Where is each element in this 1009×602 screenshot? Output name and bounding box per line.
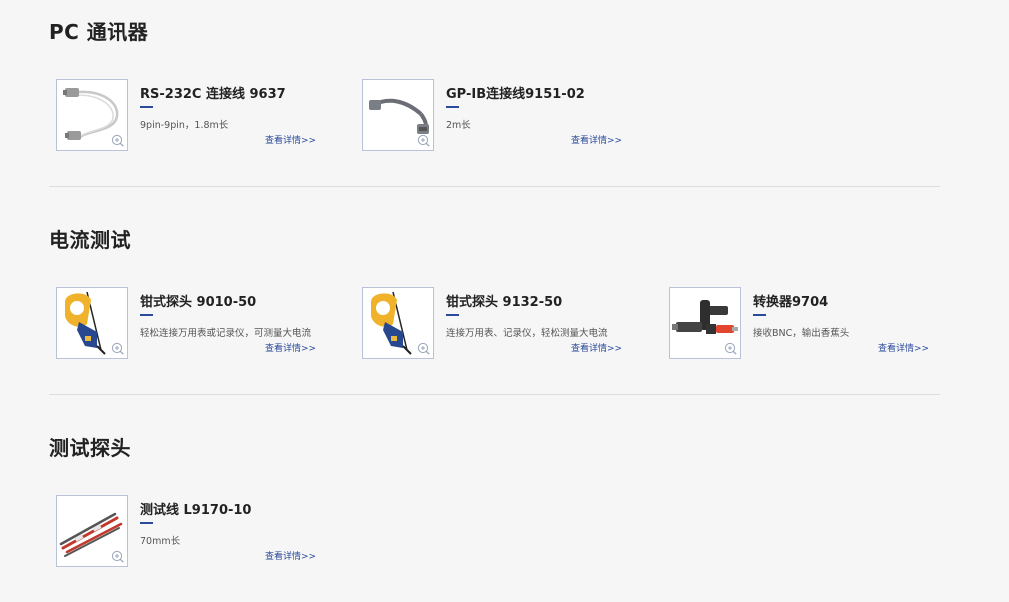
clamp-probe-image[interactable] <box>362 287 434 359</box>
product-description: 连接万用表、记录仪，轻松测量大电流 <box>446 328 608 339</box>
product-description: 2m长 <box>446 120 471 131</box>
zoom-icon[interactable] <box>111 550 124 563</box>
product-name[interactable]: 钳式探头 9132-50 <box>446 291 562 310</box>
clamp-probe-image[interactable] <box>56 287 128 359</box>
view-details-link[interactable]: 查看详情>> <box>265 549 316 562</box>
product-name[interactable]: RS-232C 连接线 9637 <box>140 83 286 102</box>
section-pc-communication: PC 通讯器 <box>49 19 940 45</box>
view-details-link[interactable]: 查看详情>> <box>265 133 316 146</box>
accent-bar <box>753 314 766 316</box>
product-description: 70mm长 <box>140 536 181 547</box>
zoom-icon[interactable] <box>111 134 124 147</box>
product-card[interactable]: 钳式探头 9132-50 连接万用表、记录仪，轻松测量大电流 查看详情>> <box>362 287 632 359</box>
section-title: PC 通讯器 <box>49 20 149 44</box>
product-name[interactable]: GP-IB连接线9151-02 <box>446 83 585 102</box>
zoom-icon[interactable] <box>111 342 124 355</box>
accent-bar <box>446 106 459 108</box>
zoom-icon[interactable] <box>724 342 737 355</box>
section-test-probes: 测试探头 <box>49 435 940 461</box>
test-leads-image[interactable] <box>56 495 128 567</box>
zoom-icon[interactable] <box>417 342 430 355</box>
view-details-link[interactable]: 查看详情>> <box>571 133 622 146</box>
view-details-link[interactable]: 查看详情>> <box>878 341 929 354</box>
product-catalog: PC 通讯器 RS-232C 连接线 9637 9pin-9pin，1.8m长 <box>0 0 1009 602</box>
gpib-cable-image[interactable] <box>362 79 434 151</box>
bnc-adapter-image[interactable] <box>669 287 741 359</box>
product-card[interactable]: RS-232C 连接线 9637 9pin-9pin，1.8m长 查看详情>> <box>56 79 326 151</box>
section-title: 测试探头 <box>49 436 131 460</box>
product-name[interactable]: 钳式探头 9010-50 <box>140 291 256 310</box>
product-description: 接收BNC，输出香蕉头 <box>753 328 850 339</box>
product-card[interactable]: GP-IB连接线9151-02 2m长 查看详情>> <box>362 79 632 151</box>
view-details-link[interactable]: 查看详情>> <box>571 341 622 354</box>
section-divider <box>49 394 940 395</box>
product-name[interactable]: 转换器9704 <box>753 291 828 310</box>
product-name[interactable]: 测试线 L9170-10 <box>140 499 251 518</box>
product-card[interactable]: 转换器9704 接收BNC，输出香蕉头 查看详情>> <box>669 287 939 359</box>
product-description: 9pin-9pin，1.8m长 <box>140 120 229 131</box>
accent-bar <box>140 314 153 316</box>
accent-bar <box>140 522 153 524</box>
accent-bar <box>140 106 153 108</box>
view-details-link[interactable]: 查看详情>> <box>265 341 316 354</box>
product-description: 轻松连接万用表或记录仪，可测量大电流 <box>140 328 312 339</box>
product-card[interactable]: 测试线 L9170-10 70mm长 查看详情>> <box>56 495 326 567</box>
product-card[interactable]: 钳式探头 9010-50 轻松连接万用表或记录仪，可测量大电流 查看详情>> <box>56 287 326 359</box>
accent-bar <box>446 314 459 316</box>
section-divider <box>49 186 940 187</box>
serial-cable-image[interactable] <box>56 79 128 151</box>
section-title: 电流测试 <box>49 228 131 252</box>
section-current-test: 电流测试 <box>49 227 940 253</box>
zoom-icon[interactable] <box>417 134 430 147</box>
